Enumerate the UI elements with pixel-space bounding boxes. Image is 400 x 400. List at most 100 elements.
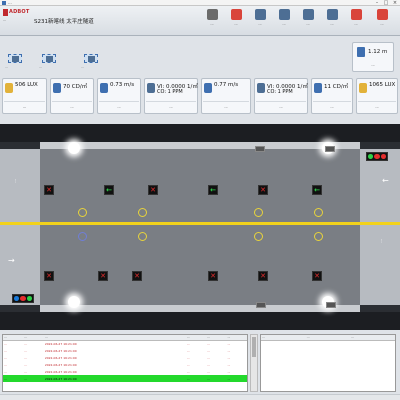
sensor-card-luminance-2[interactable]: 11 CD/㎡ ...: [311, 78, 353, 114]
sensor-card-coviz-1[interactable]: VI: 0.0000 1/㎡ CO: 1 PPM ...: [144, 78, 198, 114]
sensor-card-lux-2[interactable]: 1065 LUX ...: [356, 78, 398, 114]
header-button-alert[interactable]: ...: [226, 9, 246, 33]
portal-left: ...: [0, 149, 40, 305]
camera-icon[interactable]: [254, 232, 263, 241]
lane-icon-1[interactable]: ...: [5, 54, 22, 69]
lane-signal[interactable]: ✕: [132, 271, 142, 281]
column-header[interactable]: ...: [261, 335, 306, 341]
header-button-power[interactable]: ...: [250, 9, 270, 33]
logo-text: ADBOT: [9, 9, 30, 15]
app-header: ADBOT ... S231新喀线 太平庄隧道 ... ... ... ... …: [0, 6, 400, 36]
header-button-stats[interactable]: ...: [322, 9, 342, 33]
logo-subtitle: ...: [3, 18, 7, 22]
alarm-table-scrollbar[interactable]: [250, 334, 258, 392]
alarm-table: ... ... ... ... ... ... ... ... 2022-06-…: [2, 334, 248, 392]
lane-centerline: [0, 222, 400, 225]
lane-signal[interactable]: ✕: [258, 271, 268, 281]
sun-icon: [5, 83, 13, 93]
lane-signal[interactable]: ✕: [98, 271, 108, 281]
scrollbar-thumb[interactable]: [252, 337, 256, 357]
tunnel-light[interactable]: [68, 296, 80, 308]
camera-icon[interactable]: [138, 232, 147, 241]
sensor-card-coviz-2[interactable]: VI: 0.0000 1/㎡ CO: 1 PPM ...: [254, 78, 308, 114]
event-table: ... ... ...: [260, 334, 396, 392]
camera-icon[interactable]: [254, 208, 263, 217]
stats-icon: [326, 9, 338, 20]
lane-signal[interactable]: ✕: [258, 185, 268, 195]
tunnel-light[interactable]: [68, 142, 80, 154]
lane-signal[interactable]: ✕: [208, 271, 218, 281]
lane-signal[interactable]: ←: [312, 185, 322, 195]
lane-signal-icon: [46, 56, 53, 62]
tunnel-wall-top: [0, 124, 400, 142]
tunnel-map: ... ... ✕ ← ✕ ← ✕ ← ✕ ✕ ✕ ✕ ✕ ✕ → ←: [0, 124, 400, 330]
header-button-monitor[interactable]: ...: [298, 9, 318, 33]
camera-icon[interactable]: [314, 232, 323, 241]
direction-arrow-right: →: [8, 256, 15, 265]
log-icon: [350, 9, 362, 20]
column-header[interactable]: ...: [305, 335, 351, 341]
lane-signal[interactable]: ✕: [44, 271, 54, 281]
camera-icon[interactable]: [314, 208, 323, 217]
wind-arrow-icon: [100, 83, 108, 93]
lane-signal[interactable]: ✕: [44, 185, 54, 195]
table-row[interactable]: ... ... 2022-06-27 16:21:00 ... ... ...: [3, 354, 247, 361]
tunnel-wall-bottom: [0, 312, 400, 330]
water-level-label: ...: [371, 63, 375, 67]
camera-icon[interactable]: [78, 208, 87, 217]
lamp-icon: [53, 83, 61, 93]
header-button-panda[interactable]: ...: [202, 9, 222, 33]
user-icon: [278, 9, 290, 20]
traffic-light-right[interactable]: [366, 152, 388, 161]
lane-signal-icon: [88, 56, 95, 62]
jet-fan[interactable]: [325, 146, 335, 152]
lane-signal[interactable]: ←: [104, 185, 114, 195]
sensor-card-wind-2[interactable]: 0.77 m/s ...: [201, 78, 251, 114]
jet-fan[interactable]: [326, 302, 336, 308]
header-button-exit[interactable]: ...: [372, 9, 392, 33]
lane-signal[interactable]: ✕: [312, 271, 322, 281]
panda-icon: [206, 9, 218, 20]
monitor-icon: [302, 9, 314, 20]
table-row[interactable]: ... ... 2022-06-27 16:21:00 ... ... ...: [3, 347, 247, 354]
status-bar: [0, 394, 400, 400]
header-button-log[interactable]: ...: [346, 9, 366, 33]
water-level-value: 1.12 m: [368, 49, 388, 55]
header-button-user[interactable]: ...: [274, 9, 294, 33]
sun-icon: [359, 83, 367, 93]
water-level-panel[interactable]: 1.12 m ...: [352, 42, 394, 72]
walkway-top: [40, 142, 360, 149]
alert-icon: [230, 9, 242, 20]
app-icon: [2, 1, 6, 5]
lane-icon-3[interactable]: ...: [81, 54, 98, 69]
table-row[interactable]: ... ... 2022-06-27 16:21:00 ... ... ...: [3, 361, 247, 368]
lamp-icon: [314, 83, 322, 93]
camera-icon[interactable]: [78, 232, 87, 241]
co-vi-icon: [257, 83, 265, 93]
jet-fan[interactable]: [255, 146, 265, 152]
table-row[interactable]: ... ... 2022-06-27 16:21:00 ... ... ...: [3, 368, 247, 375]
column-header[interactable]: ...: [350, 335, 395, 341]
lane-icon-bar: ... ... ...: [0, 36, 120, 69]
sensor-card-wind-1[interactable]: 0.73 m/s ...: [97, 78, 141, 114]
table-row-selected[interactable]: ... ... 2022-06-27 16:21:00 ... ... ...: [3, 375, 247, 382]
exit-icon: [376, 9, 388, 20]
traffic-light-left[interactable]: [12, 294, 34, 303]
logo-mark: [3, 9, 8, 16]
lane-icon-2[interactable]: ...: [39, 54, 56, 69]
table-row[interactable]: ... ... 2022-06-27 16:21:00 ... ... ...: [3, 340, 247, 347]
lane-signal[interactable]: ←: [208, 185, 218, 195]
lane-signal-icon: [12, 56, 19, 62]
lane-signal[interactable]: ✕: [148, 185, 158, 195]
camera-icon[interactable]: [138, 208, 147, 217]
power-icon: [254, 9, 266, 20]
page-title: S231新喀线 太平庄隧道: [34, 19, 94, 25]
sensor-card-luminance-1[interactable]: 70 CD/㎡ ...: [50, 78, 94, 114]
sensor-card-lux-1[interactable]: 506 LUX ...: [2, 78, 47, 114]
co-vi-icon: [147, 83, 155, 93]
walkway-bottom: [40, 305, 360, 312]
water-level-icon: [357, 47, 365, 57]
logo: ADBOT ...: [3, 9, 35, 23]
direction-arrow-left: ←: [382, 176, 389, 185]
jet-fan[interactable]: [256, 302, 266, 308]
